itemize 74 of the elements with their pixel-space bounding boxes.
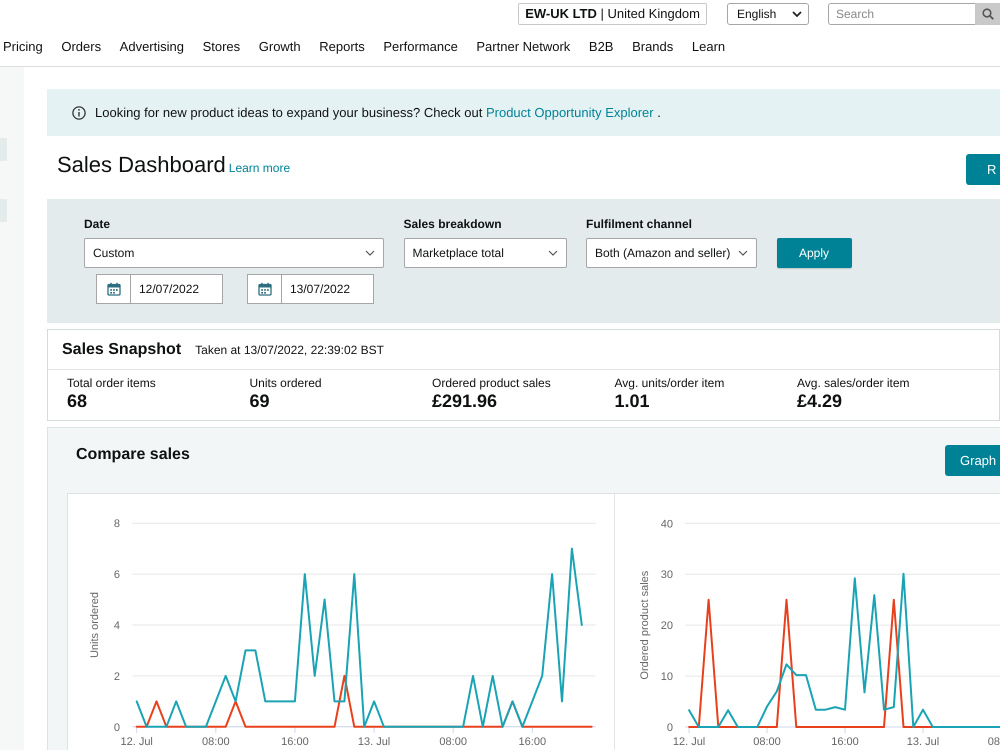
filter-label: Date [84,217,112,231]
nav-menu-item[interactable]: Growth [258,39,301,54]
x-tick-label: 12. Jul [120,736,153,748]
apply-button[interactable]: Apply [776,238,852,268]
start-date-field[interactable]: 12/07/2022 [96,274,223,304]
metric-label: Avg. sales/order item [797,376,910,390]
date-range-dropdown[interactable]: Custom [84,238,384,268]
search-button[interactable] [975,2,1000,24]
metric-value: 68 [67,390,88,412]
y-tick-label: 4 [114,620,120,632]
x-tick-label: 16:00 [518,736,546,748]
fulfilment-channel-dropdown[interactable]: Both (Amazon and seller) [586,238,757,268]
action-button[interactable]: R [966,154,1000,185]
nav-menu-item[interactable]: Reports [319,39,365,54]
calendar-icon [106,282,120,296]
calendar-icon [258,282,272,296]
x-tick-label: 16:00 [281,736,309,748]
nav-menu-item[interactable]: Advertising [120,39,184,54]
learn-more-link[interactable]: Learn more [228,160,290,174]
y-tick-label: 2 [114,670,120,683]
x-tick-label: 08:00 [202,736,230,748]
y-tick-label: 20 [660,620,673,632]
graph-button[interactable]: Graph [945,445,1000,476]
filter-label: Sales breakdown [404,217,503,231]
metric-label: Total order items [67,376,157,390]
banner-link[interactable]: Product Opportunity Explorer [486,105,654,120]
x-tick-label: 13. Jul [906,736,940,748]
chevron-down-icon [548,250,558,256]
x-tick-label: 08:00 [439,736,467,748]
y-axis-title: Ordered product sales [639,570,651,680]
y-tick-label: 8 [114,518,120,530]
chevron-down-icon [738,250,748,256]
page-title: Sales Dashboard [57,152,226,178]
x-tick-label: 08 [988,736,1000,748]
x-tick-label: 08:00 [753,736,781,748]
metric-label: Ordered product sales [432,376,552,390]
nav-menu-item[interactable]: Performance [383,39,458,54]
nav-menu-item[interactable]: B2B [588,39,614,54]
panel-title: Compare sales [76,446,190,464]
metric-label: Avg. units/order item [614,376,726,390]
nav-menu-item[interactable]: Pricing [3,39,43,54]
x-tick-label: 13. Jul [358,736,390,748]
nav-menu-item[interactable]: Partner Network [476,39,570,54]
nav-menu-item[interactable]: Orders [61,39,102,54]
nav-menu-item[interactable]: Brands [632,39,674,54]
y-tick-label: 10 [660,671,673,684]
metric-value: £4.29 [797,390,844,412]
metric-label: Units ordered [250,376,323,390]
x-tick-label: 16:00 [831,736,859,748]
sales-breakdown-dropdown[interactable]: Marketplace total [404,238,566,268]
card-title: Sales Snapshot [62,340,182,358]
search-field[interactable]: Search [828,2,975,24]
chevron-down-icon [792,10,802,16]
filter-label: Fulfilment channel [586,217,694,231]
account-switcher[interactable]: EW-UK LTD | United Kingdom [518,2,707,24]
info-banner-text: Looking for new product ideas to expand your business? Check out Product Opportunity Explorer . [95,105,661,120]
search-icon [982,8,994,20]
y-tick-label: 40 [660,518,673,530]
y-tick-label: 30 [660,569,673,582]
y-tick-label: 0 [666,722,673,734]
metric-value: 1.01 [614,390,651,412]
metric-value: 69 [250,390,271,412]
nav-menu-item[interactable]: Stores [202,39,240,54]
y-axis-title: Units ordered [89,592,101,658]
nav-menu-item[interactable]: Learn [692,39,726,54]
chevron-down-icon [365,250,375,256]
y-tick-label: 6 [114,569,120,582]
language-select[interactable]: English [727,2,809,24]
end-date-field[interactable]: 13/07/2022 [247,274,374,304]
info-icon [72,106,86,120]
x-tick-label: 12. Jul [672,736,706,748]
y-tick-label: 0 [114,722,120,734]
metric-value: £291.96 [432,390,498,412]
snapshot-timestamp: Taken at 13/07/2022, 22:39:02 BST [195,342,384,356]
